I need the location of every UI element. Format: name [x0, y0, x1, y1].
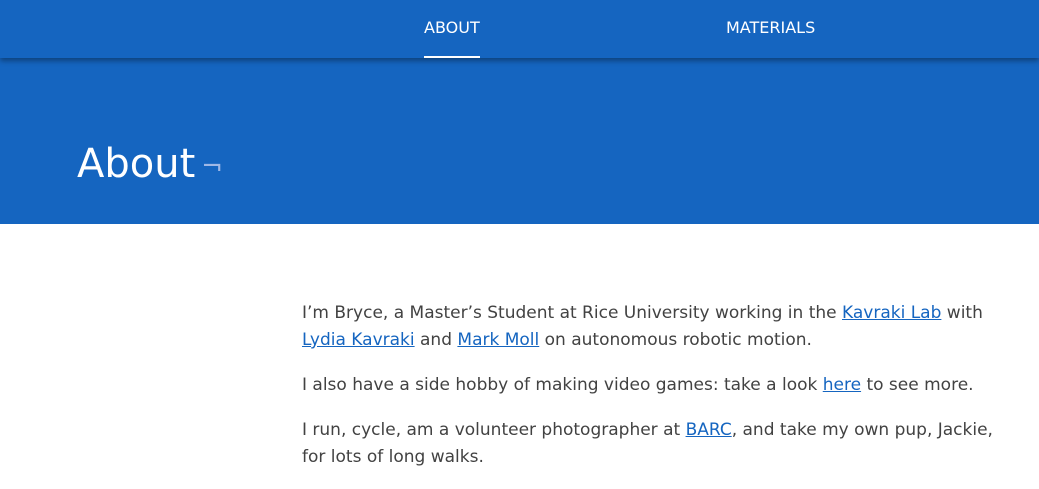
page-title-text: About: [77, 141, 196, 187]
nav-item-materials[interactable]: MATERIALS: [726, 0, 815, 58]
nav-item-about[interactable]: ABOUT: [424, 0, 480, 58]
hobbies-paragraph: I run, cycle, am a volunteer photographe…: [302, 417, 1014, 471]
lydia-kavraki-link[interactable]: Lydia Kavraki: [302, 330, 415, 350]
barc-link[interactable]: BARC: [686, 420, 732, 440]
intro-paragraph: I’m Bryce, a Master’s Student at Rice Un…: [302, 300, 1014, 354]
heading-anchor-link[interactable]: ¬: [201, 143, 223, 191]
games-here-link[interactable]: here: [823, 375, 861, 395]
games-paragraph: I also have a side hobby of making video…: [302, 372, 1014, 399]
page-title: About ¬: [77, 140, 223, 191]
nav-item-about-label: ABOUT: [424, 18, 480, 37]
about-content: I’m Bryce, a Master’s Student at Rice Un…: [302, 300, 1014, 489]
active-nav-indicator: [424, 56, 480, 58]
hobbies-text-1: I run, cycle, am a volunteer photographe…: [302, 420, 686, 440]
page-header-banner: About ¬: [0, 58, 1039, 224]
intro-text-1: I’m Bryce, a Master’s Student at Rice Un…: [302, 303, 842, 323]
kavraki-lab-link[interactable]: Kavraki Lab: [842, 303, 941, 323]
intro-text-3: and: [414, 330, 458, 350]
games-text-1: I also have a side hobby of making video…: [302, 375, 823, 395]
top-navigation-bar: ABOUT MATERIALS: [0, 0, 1039, 58]
nav-item-materials-label: MATERIALS: [726, 18, 816, 37]
mark-moll-link[interactable]: Mark Moll: [457, 330, 539, 350]
intro-text-4: on autonomous robotic motion.: [539, 330, 812, 350]
intro-text-2: with: [941, 303, 983, 323]
games-text-2: to see more.: [861, 375, 974, 395]
